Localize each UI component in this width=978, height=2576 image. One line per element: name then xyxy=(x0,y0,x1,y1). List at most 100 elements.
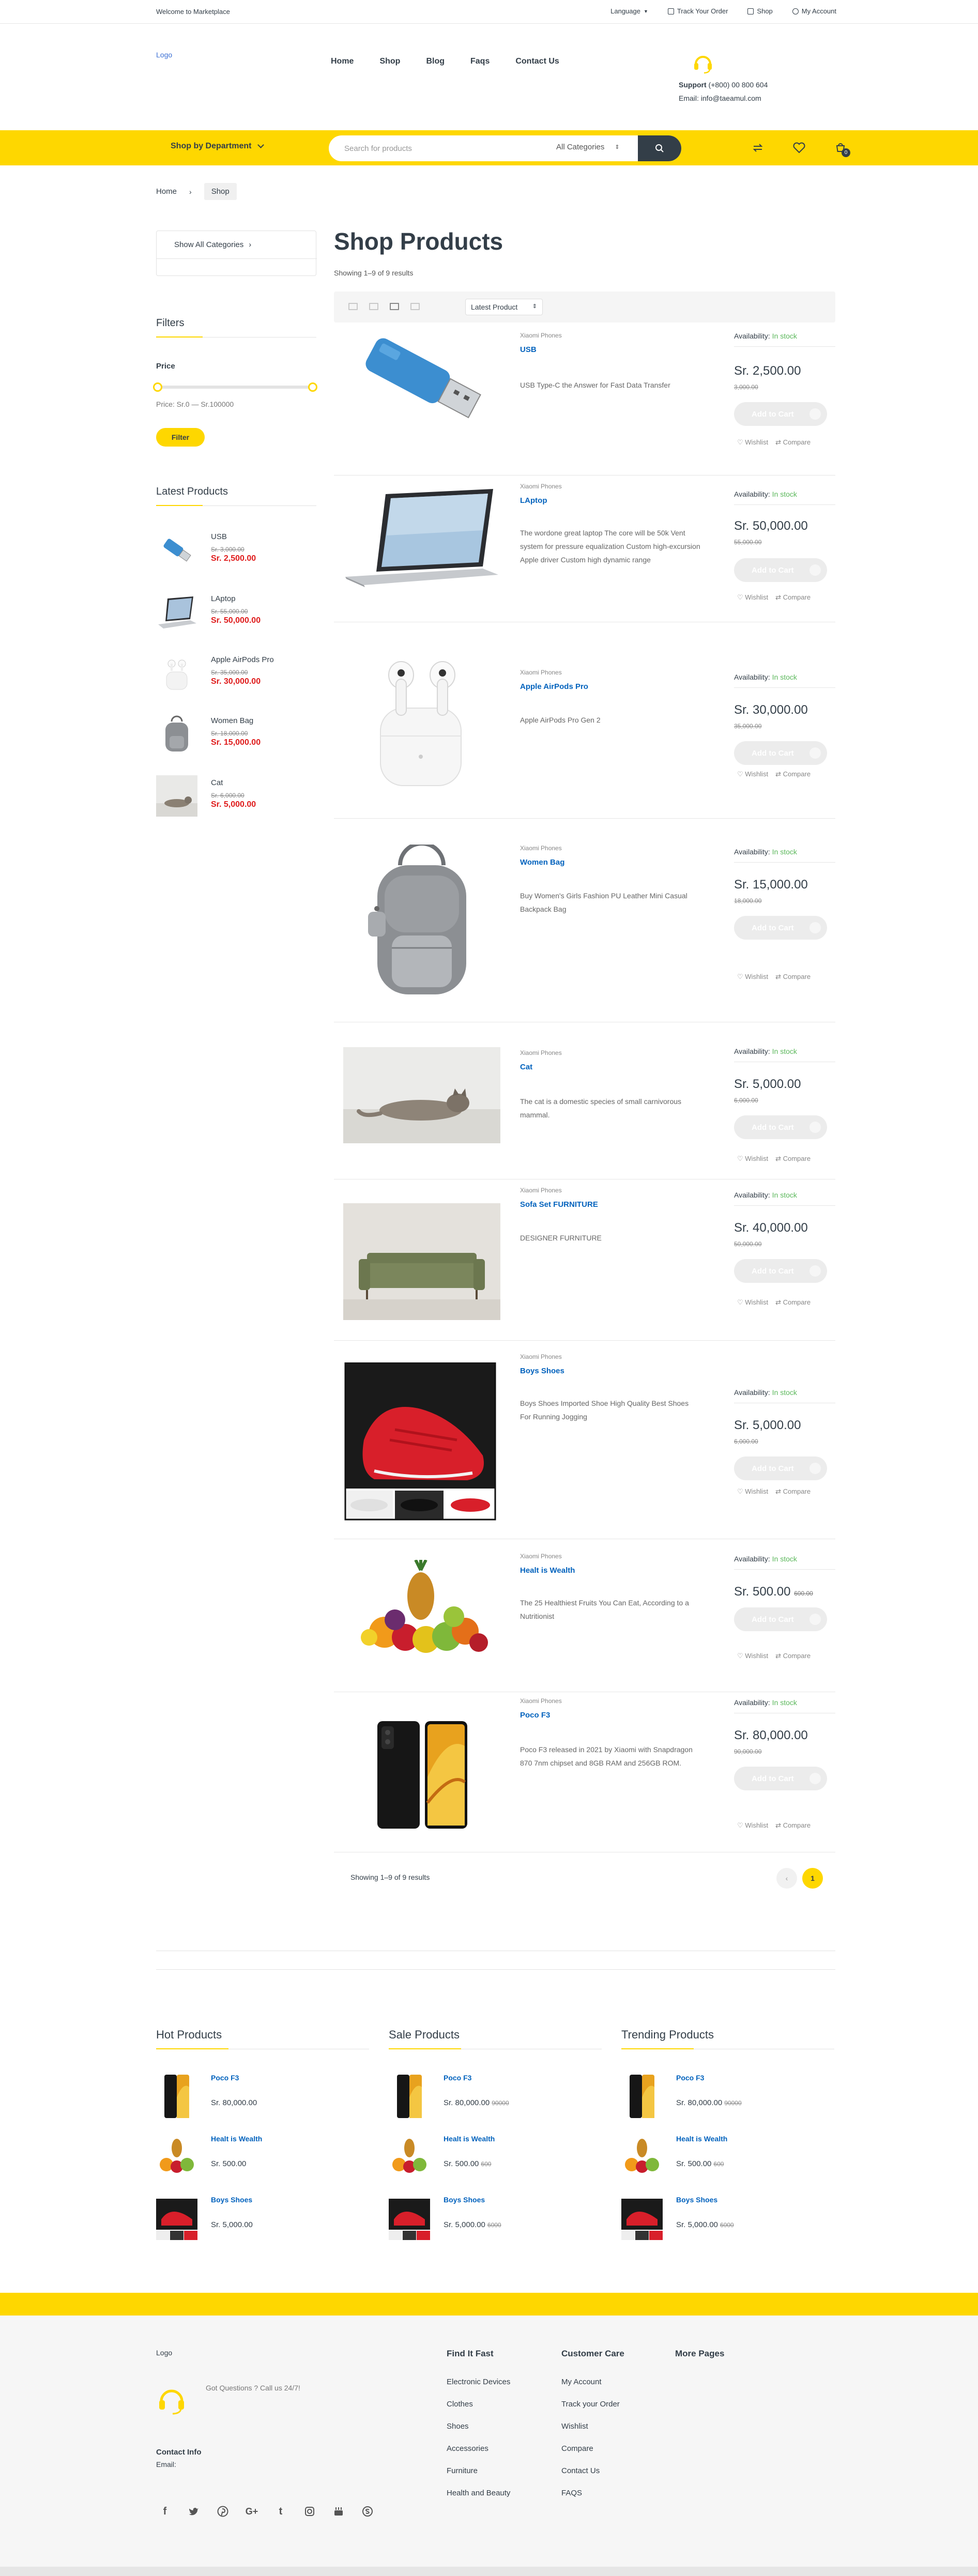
nav-blog[interactable]: Blog xyxy=(426,57,445,66)
widget-item[interactable]: Boys Shoes Sr. 5,000.00 6000 xyxy=(389,2194,602,2245)
widget-item-name[interactable]: Healt is Wealth xyxy=(211,2135,262,2143)
add-to-cart-button[interactable]: Add to Cart xyxy=(734,1767,827,1790)
product-image-laptop[interactable] xyxy=(343,484,500,587)
widget-item-name[interactable]: Poco F3 xyxy=(444,2074,471,2082)
widget-item-name[interactable]: Healt is Wealth xyxy=(444,2135,495,2143)
footer-link[interactable]: FAQS xyxy=(561,2489,624,2511)
track-order-link[interactable]: Track Your Order xyxy=(667,7,728,15)
wishlist-link[interactable]: ♡ Wishlist xyxy=(737,438,768,447)
wishlist-link[interactable]: ♡ Wishlist xyxy=(737,1155,768,1163)
slider-max-handle[interactable] xyxy=(308,382,317,392)
product-image-fruits[interactable] xyxy=(343,1560,500,1663)
widget-item[interactable]: Healt is Wealth Sr. 500.00 600 xyxy=(621,2133,834,2184)
product-name[interactable]: Poco F3 xyxy=(520,1711,550,1720)
site-logo[interactable]: Logo xyxy=(156,51,172,59)
list-small-view-icon[interactable] xyxy=(410,303,420,310)
nav-contact[interactable]: Contact Us xyxy=(515,57,559,66)
product-image-cat[interactable] xyxy=(343,1047,500,1143)
product-name[interactable]: Women Bag xyxy=(520,858,564,867)
footer-link[interactable]: Contact Us xyxy=(561,2466,624,2489)
tumblr-icon[interactable]: t xyxy=(272,2505,289,2518)
add-to-cart-button[interactable]: Add to Cart xyxy=(734,1607,827,1631)
language-dropdown[interactable]: Language ▼ xyxy=(610,7,648,15)
footer-link[interactable]: My Account xyxy=(561,2378,624,2400)
product-image-usb[interactable] xyxy=(343,328,500,431)
product-name[interactable]: LAptop xyxy=(520,496,547,505)
product-name[interactable]: USB xyxy=(520,345,537,354)
wishlist-link[interactable]: ♡ Wishlist xyxy=(737,1821,768,1830)
footer-link[interactable]: Clothes xyxy=(447,2400,510,2422)
category-select[interactable]: All Categories ⇕ xyxy=(556,143,620,151)
compare-link[interactable]: ⇄ Compare xyxy=(775,438,811,447)
product-name[interactable]: Boys Shoes xyxy=(520,1367,564,1375)
search-input[interactable] xyxy=(344,135,541,161)
price-slider[interactable] xyxy=(153,382,317,392)
footer-link[interactable]: Track your Order xyxy=(561,2400,624,2422)
widget-item[interactable]: Poco F3 Sr. 80,000.00 xyxy=(156,2072,369,2123)
widget-item-name[interactable]: Poco F3 xyxy=(211,2074,239,2082)
wishlist-link[interactable]: ♡ Wishlist xyxy=(737,1652,768,1660)
add-to-cart-button[interactable]: Add to Cart xyxy=(734,402,827,426)
footer-link[interactable]: Furniture xyxy=(447,2466,510,2489)
add-to-cart-button[interactable]: Add to Cart xyxy=(734,558,827,582)
widget-item-name[interactable]: Boys Shoes xyxy=(444,2196,485,2204)
prev-page-button[interactable]: ‹ xyxy=(776,1868,797,1889)
cart-button[interactable]: 0 xyxy=(832,140,850,157)
widget-item[interactable]: Poco F3 Sr. 80,000.00 90000 xyxy=(621,2072,834,2123)
product-image-airpods[interactable] xyxy=(343,658,500,788)
latest-product-item[interactable]: USB Sr. 3,000.00 Sr. 2,500.00 xyxy=(156,529,316,576)
widget-item[interactable]: Healt is Wealth Sr. 500.00 600 xyxy=(389,2133,602,2184)
wishlist-link[interactable]: ♡ Wishlist xyxy=(737,1298,768,1307)
product-name[interactable]: Sofa Set FURNITURE xyxy=(520,1200,598,1209)
widget-item[interactable]: Boys Shoes Sr. 5,000.00 xyxy=(156,2194,369,2245)
list-view-icon[interactable] xyxy=(390,303,399,310)
product-name[interactable]: Cat xyxy=(520,1063,532,1071)
page-1-button[interactable]: 1 xyxy=(802,1868,823,1889)
compare-link[interactable]: ⇄ Compare xyxy=(775,1488,811,1496)
compare-button[interactable] xyxy=(750,140,766,156)
wishlist-link[interactable]: ♡ Wishlist xyxy=(737,770,768,778)
wishlist-link[interactable]: ♡ Wishlist xyxy=(737,1488,768,1496)
latest-product-item[interactable]: LAptop Sr. 55,000.00 Sr. 50,000.00 xyxy=(156,591,316,638)
grid-extended-view-icon[interactable] xyxy=(369,303,378,310)
add-to-cart-button[interactable]: Add to Cart xyxy=(734,1259,827,1283)
pinterest-icon[interactable] xyxy=(214,2505,232,2518)
product-image-bag[interactable] xyxy=(343,845,500,1000)
widget-item-name[interactable]: Boys Shoes xyxy=(676,2196,717,2204)
compare-link[interactable]: ⇄ Compare xyxy=(775,770,811,778)
shop-by-department-button[interactable]: Shop by Department xyxy=(171,141,265,151)
latest-product-item[interactable]: Cat Sr. 6,000.00 Sr. 5,000.00 xyxy=(156,775,316,822)
wishlist-button[interactable] xyxy=(791,140,807,156)
footer-link[interactable]: Electronic Devices xyxy=(447,2378,510,2400)
instagram-icon[interactable] xyxy=(301,2505,318,2518)
search-button[interactable] xyxy=(638,135,681,161)
product-image-sofa[interactable] xyxy=(343,1203,500,1320)
product-image-shoes[interactable] xyxy=(343,1362,500,1521)
footer-link[interactable]: Wishlist xyxy=(561,2422,624,2444)
add-to-cart-button[interactable]: Add to Cart xyxy=(734,916,827,940)
product-name[interactable]: Healt is Wealth xyxy=(520,1566,575,1575)
widget-item-name[interactable]: Healt is Wealth xyxy=(676,2135,727,2143)
footer-link[interactable]: Shoes xyxy=(447,2422,510,2444)
compare-link[interactable]: ⇄ Compare xyxy=(775,973,811,981)
show-all-categories-link[interactable]: Show All Categories › xyxy=(157,231,317,259)
youtube-icon[interactable] xyxy=(330,2505,347,2518)
facebook-icon[interactable]: f xyxy=(156,2505,174,2518)
wishlist-link[interactable]: ♡ Wishlist xyxy=(737,973,768,981)
skype-icon[interactable] xyxy=(359,2505,376,2518)
google-plus-icon[interactable]: G+ xyxy=(243,2505,261,2518)
footer-logo[interactable]: Logo xyxy=(156,2349,172,2357)
add-to-cart-button[interactable]: Add to Cart xyxy=(734,741,827,765)
footer-link[interactable]: Compare xyxy=(561,2444,624,2466)
compare-link[interactable]: ⇄ Compare xyxy=(775,593,811,602)
twitter-icon[interactable] xyxy=(185,2505,203,2518)
add-to-cart-button[interactable]: Add to Cart xyxy=(734,1115,827,1139)
widget-item-name[interactable]: Poco F3 xyxy=(676,2074,704,2082)
my-account-link[interactable]: My Account xyxy=(792,7,836,15)
sort-select[interactable]: Latest Product ⇕ xyxy=(465,299,543,315)
shop-link[interactable]: Shop xyxy=(747,7,773,15)
nav-home[interactable]: Home xyxy=(331,57,354,66)
grid-view-icon[interactable] xyxy=(348,303,358,310)
nav-shop[interactable]: Shop xyxy=(379,57,400,66)
compare-link[interactable]: ⇄ Compare xyxy=(775,1298,811,1307)
